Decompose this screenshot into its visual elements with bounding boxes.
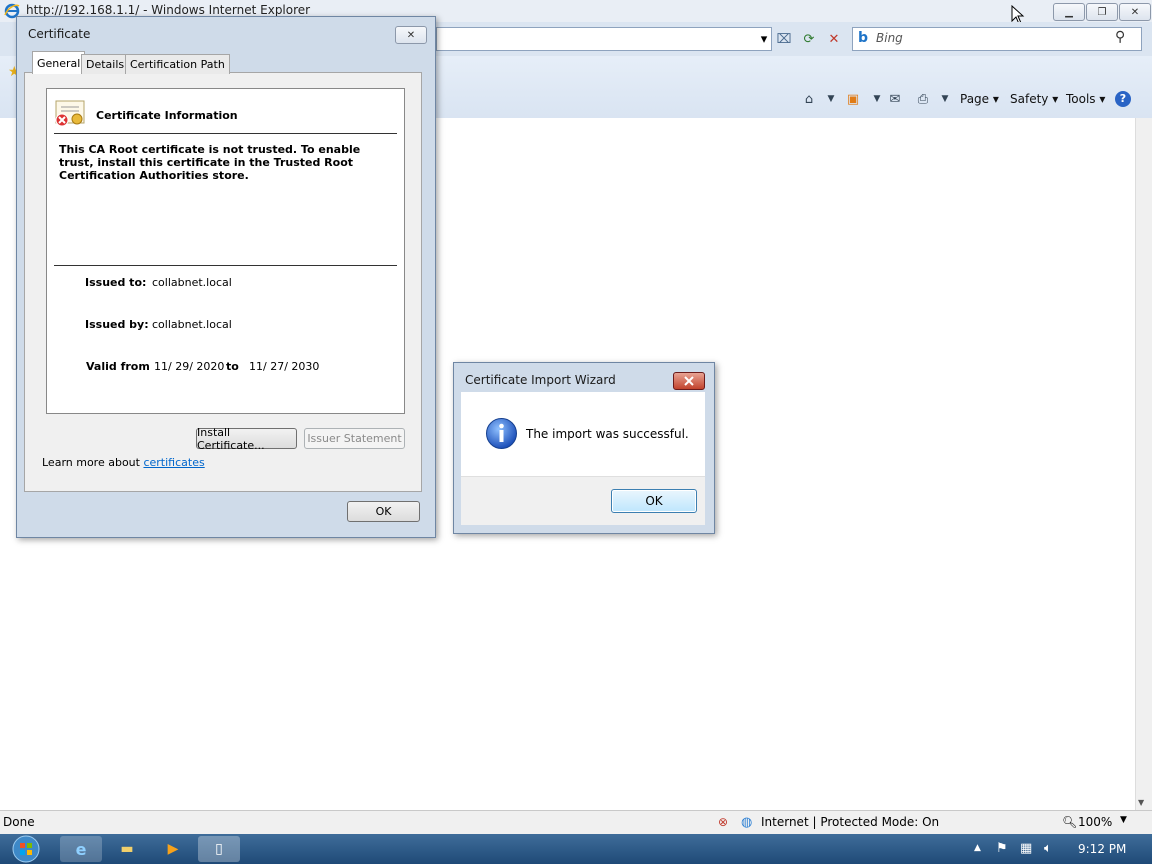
home-dropdown-icon[interactable]: ▼ (822, 90, 840, 108)
install-certificate-button[interactable]: Install Certificate... (196, 426, 297, 452)
compatibility-view-icon[interactable]: ⌧ (774, 29, 794, 49)
status-text: Done (3, 815, 35, 829)
zoom-level[interactable]: 100% (1078, 815, 1112, 829)
taskbar-ie-button[interactable]: e (60, 836, 102, 862)
read-mail-icon[interactable]: ✉ (886, 90, 904, 108)
tab-certification-path[interactable]: Certification Path (125, 54, 230, 74)
print-icon[interactable]: ⎙ (914, 90, 932, 108)
issued-by-label: Issued by: (85, 318, 149, 331)
learn-more-text: Learn more about (42, 456, 144, 469)
address-field[interactable] (436, 27, 772, 51)
certificates-link[interactable]: certificates (143, 456, 204, 469)
bing-icon: b (858, 30, 869, 46)
action-center-flag-icon[interactable]: ⚑ (996, 841, 1008, 856)
search-icon[interactable]: ⚲ (1115, 29, 1125, 45)
globe-icon: ◍ (741, 815, 753, 830)
status-bar (0, 810, 1152, 835)
browser-title: http://192.168.1.1/ - Windows Internet E… (26, 3, 311, 17)
taskbar-explorer-button[interactable]: ▬ (106, 836, 148, 862)
address-dropdown-icon[interactable]: ▾ (754, 29, 774, 49)
certificate-info-heading: Certificate Information (96, 109, 238, 122)
certificate-close-button[interactable]: ✕ (395, 26, 427, 44)
stop-icon[interactable]: ✕ (824, 29, 844, 49)
issuer-statement-button[interactable]: Issuer Statement (304, 428, 405, 449)
security-zone[interactable]: Internet | Protected Mode: On (761, 815, 939, 829)
minimize-button[interactable]: ▁ (1053, 3, 1085, 21)
close-window-button[interactable]: ✕ (1119, 3, 1151, 21)
certificate-ok-button[interactable]: OK (347, 501, 420, 522)
certificate-dialog-title: Certificate (28, 27, 91, 41)
taskbar-window-button[interactable]: ▯ (198, 836, 240, 862)
certificate-trust-message: This CA Root certificate is not trusted.… (59, 143, 361, 182)
zoom-icon: 🔍︎ (1062, 815, 1078, 829)
import-wizard-title: Certificate Import Wizard (465, 373, 616, 387)
valid-to-label: to (226, 360, 239, 373)
page-menu[interactable]: Page ▾ (960, 92, 999, 106)
feeds-dropdown-icon[interactable]: ▼ (868, 90, 886, 108)
learn-more-line: Learn more about certificates (42, 456, 205, 469)
certificate-error-icon[interactable]: ⊗ (718, 815, 728, 829)
feeds-icon[interactable]: ▣ (844, 90, 862, 108)
valid-from-label: Valid from (86, 360, 150, 373)
network-icon[interactable]: ▦ (1020, 841, 1032, 856)
search-placeholder: Bing (876, 31, 903, 45)
heading-divider (54, 133, 397, 134)
print-dropdown-icon[interactable]: ▼ (936, 90, 954, 108)
home-icon[interactable]: ⌂ (800, 90, 818, 108)
tab-details[interactable]: Details (81, 54, 130, 74)
refresh-icon[interactable]: ⟳ (799, 29, 819, 49)
vertical-scrollbar[interactable] (1135, 118, 1152, 810)
tray-clock[interactable]: 9:12 PM (1078, 842, 1126, 856)
import-result-message: The import was successful. (526, 427, 689, 441)
valid-from-value: 11/ 29/ 2020 (154, 360, 225, 373)
untrusted-certificate-icon (54, 99, 88, 132)
issued-by-value: collabnet.local (152, 318, 232, 331)
zoom-dropdown-icon[interactable]: ▼ (1120, 815, 1127, 825)
import-wizard-ok-button[interactable]: OK (611, 489, 697, 513)
tray-expand-icon[interactable]: ▲ (974, 843, 981, 853)
details-divider (54, 265, 397, 266)
scroll-down-icon[interactable]: ▼ (1138, 798, 1144, 807)
tab-general[interactable]: General (32, 51, 86, 74)
taskbar-media-player-button[interactable]: ▶ (152, 836, 194, 862)
start-button[interactable] (6, 834, 46, 864)
tools-menu[interactable]: Tools ▾ (1066, 92, 1105, 106)
safety-menu[interactable]: Safety ▾ (1010, 92, 1058, 106)
import-wizard-close-button[interactable] (673, 372, 705, 390)
volume-muted-icon[interactable]: 🔈︎ (1044, 841, 1052, 856)
help-icon[interactable]: ? (1115, 91, 1131, 107)
issued-to-value: collabnet.local (152, 276, 232, 289)
issued-to-label: Issued to: (85, 276, 147, 289)
restore-button[interactable]: ❐ (1086, 3, 1118, 21)
valid-to-value: 11/ 27/ 2030 (249, 360, 320, 373)
information-icon (485, 417, 518, 453)
